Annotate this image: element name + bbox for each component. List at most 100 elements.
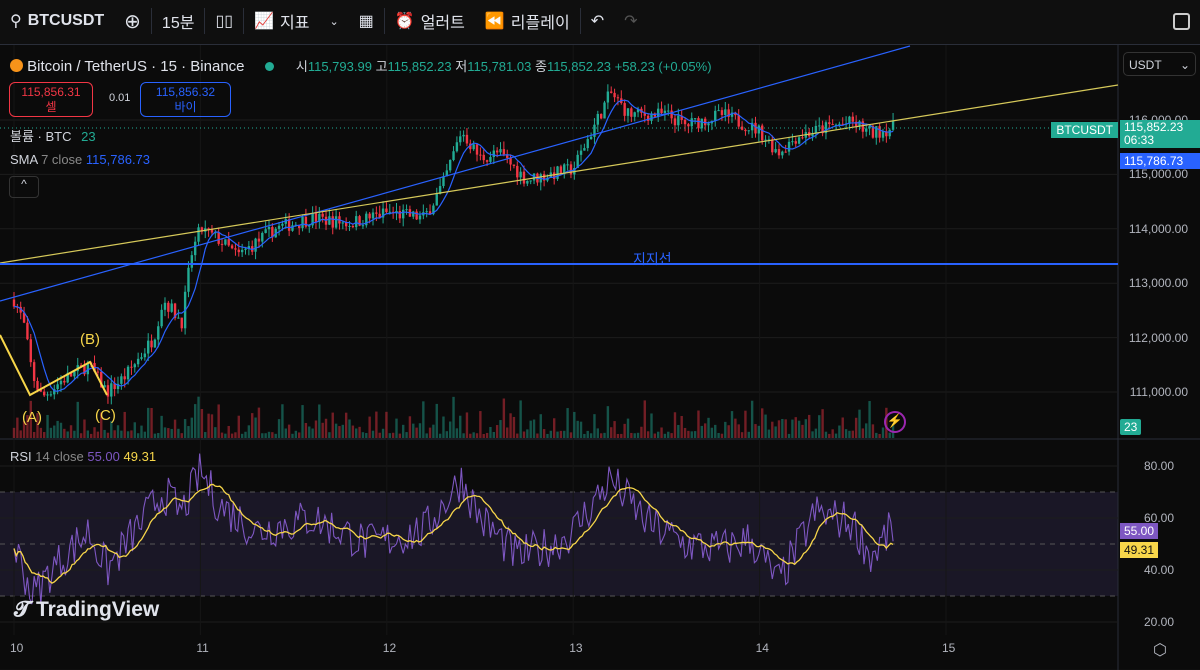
candle-body xyxy=(599,113,603,119)
volume-bar xyxy=(163,427,167,438)
candle-body xyxy=(375,212,378,214)
volume-bar xyxy=(183,419,187,438)
volume-bar xyxy=(767,429,771,438)
volume-bar xyxy=(415,427,418,438)
chart-area[interactable]: Bitcoin / TetherUS · 15 · Binance 시115,7… xyxy=(0,44,1200,670)
candle-body xyxy=(244,248,247,250)
volume-bar xyxy=(46,414,49,438)
candle-body xyxy=(331,216,334,228)
candle-body xyxy=(26,322,29,340)
volume-bar xyxy=(536,433,539,438)
volume-bar xyxy=(623,423,626,438)
undo-button[interactable]: ↶ xyxy=(581,0,614,42)
candle-body xyxy=(616,97,620,99)
candle-body xyxy=(187,267,190,292)
candle-body xyxy=(153,339,157,348)
volume-bar xyxy=(794,417,797,438)
volume-bar xyxy=(881,427,885,438)
replay-button[interactable]: ⏪ 리플레이 xyxy=(475,0,580,42)
volume-bar xyxy=(391,432,395,438)
candle-body xyxy=(794,141,797,144)
candle-body xyxy=(361,225,365,227)
sell-button[interactable]: 115,856.31 셀 xyxy=(9,82,93,117)
candle-body xyxy=(180,317,183,329)
volume-bar xyxy=(707,417,710,438)
candle-body xyxy=(42,391,46,396)
candle-body xyxy=(46,394,49,396)
volume-bar xyxy=(640,426,643,438)
volume-bar xyxy=(593,414,596,438)
candle-body xyxy=(254,238,257,252)
templates-button[interactable]: ▦ xyxy=(349,0,384,42)
indicators-button[interactable]: 📈 지표 ⌄ xyxy=(244,0,349,42)
candle-body xyxy=(220,243,224,245)
lightning-icon[interactable]: ⚡ xyxy=(884,411,906,433)
volume-bar xyxy=(234,432,237,438)
wave-label-c: (C) xyxy=(95,407,116,424)
currency-select[interactable]: USDT ⌄ xyxy=(1123,52,1196,76)
candle-body xyxy=(700,118,704,129)
symbol-search[interactable]: ⚲ BTCUSDT xyxy=(0,0,114,42)
compare-button[interactable]: ⊕ xyxy=(114,0,151,42)
volume-bar xyxy=(136,433,140,438)
volume-bar xyxy=(687,430,690,438)
candle-body xyxy=(771,139,774,153)
volume-bar xyxy=(445,431,449,438)
volume-bar xyxy=(475,433,479,438)
volume-bar xyxy=(851,430,854,438)
volume-bar xyxy=(858,409,861,438)
candle-body xyxy=(230,245,234,249)
alert-button[interactable]: ⏰ 얼러트 xyxy=(385,0,475,42)
volume-bar xyxy=(710,427,714,438)
candles-icon: ▯▯ xyxy=(215,13,234,30)
candle-body xyxy=(227,239,230,246)
volume-bar xyxy=(697,410,700,438)
volume-bar xyxy=(287,424,291,438)
volume-bar xyxy=(878,433,881,438)
candle-body xyxy=(610,91,613,93)
volume-bar xyxy=(16,417,19,438)
candle-body xyxy=(499,149,502,153)
candle-body xyxy=(667,110,670,112)
volume-bar xyxy=(130,430,133,438)
volume-bar xyxy=(395,418,398,438)
volume-bar xyxy=(465,412,469,438)
volume-bar xyxy=(261,433,264,438)
chart-canvas[interactable] xyxy=(0,45,1200,670)
sma-price-tag: 115,786.73 xyxy=(1120,153,1200,169)
volume-bar xyxy=(402,424,405,438)
candle-body xyxy=(552,172,556,179)
candle-body xyxy=(663,110,667,114)
volume-bar xyxy=(683,427,687,438)
chart-type-button[interactable]: ▯▯ xyxy=(205,0,243,42)
volume-bar xyxy=(318,404,321,438)
volume-bar xyxy=(438,433,442,438)
candle-body xyxy=(314,212,318,222)
interval-button[interactable]: 15분 xyxy=(152,0,205,42)
volume-bar xyxy=(495,425,499,438)
candle-body xyxy=(707,123,710,126)
candle-body xyxy=(522,171,526,184)
volume-bar xyxy=(801,424,804,438)
volume-bar xyxy=(556,431,559,438)
candle-body xyxy=(818,125,821,127)
volume-bar xyxy=(143,431,147,438)
volume-bar xyxy=(610,427,613,438)
candle-body xyxy=(234,248,237,250)
volume-bar xyxy=(200,408,204,438)
candle-body xyxy=(851,116,854,122)
buy-button[interactable]: 115,856.32 바이 xyxy=(140,82,231,117)
volume-bar xyxy=(519,400,522,438)
volume-bar xyxy=(589,433,593,438)
volume-bar xyxy=(435,403,438,438)
volume-bar xyxy=(324,418,328,438)
volume-bar xyxy=(673,412,677,438)
volume-bar xyxy=(744,410,747,438)
collapse-legend-button[interactable]: ^ xyxy=(9,176,39,198)
layout-button[interactable] xyxy=(1163,0,1200,42)
settings-icon[interactable]: ⬡ xyxy=(1153,640,1167,660)
chevron-down-icon: ⌄ xyxy=(1179,58,1190,72)
redo-button[interactable]: ↷ xyxy=(614,0,647,42)
candle-body xyxy=(606,91,610,103)
volume-bar xyxy=(344,412,348,438)
